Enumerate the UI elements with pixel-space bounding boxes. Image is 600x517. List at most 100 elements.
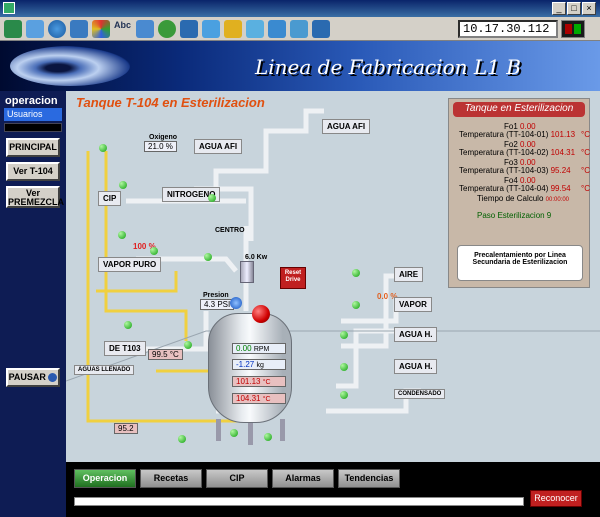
tiempo-row: Tiempo de Calculo 00:00:00 xyxy=(477,194,569,203)
window-icon[interactable] xyxy=(26,20,44,38)
ver-t104-label: Ver T-104 xyxy=(13,166,53,176)
yellow-pipe xyxy=(96,271,178,293)
tt03-value: 95.24 xyxy=(550,166,571,175)
ver-t104-button[interactable]: Ver T-104 xyxy=(6,162,60,181)
agua-h-tag-2: AGUA H. xyxy=(394,359,438,374)
status-message-1: Precalentamiento por Linea xyxy=(474,252,566,259)
info-panel-title: Tanque en Esterilizacion xyxy=(453,102,585,117)
alarm-beacon-icon xyxy=(252,305,270,323)
status-light xyxy=(204,253,212,261)
abc-icon[interactable]: Abc xyxy=(114,20,132,38)
tt03-unit: °C xyxy=(581,166,590,175)
pausar-button[interactable]: PAUSAR xyxy=(6,368,60,387)
de-t103-tag: DE T103 xyxy=(104,341,146,356)
usuarios-dropdown[interactable]: Usuarios xyxy=(4,108,62,121)
pausar-label: PAUSAR xyxy=(8,372,46,382)
maximize-button[interactable]: □ xyxy=(567,2,581,15)
tab-alarmas[interactable]: Alarmas xyxy=(272,469,334,488)
bottom-bar: Operacion Recetas CIP Alarmas Tendencias… xyxy=(66,462,600,517)
status-light xyxy=(340,363,348,371)
ip-address-field[interactable]: 10.17.30.112 xyxy=(458,20,558,38)
reset-drive-button[interactable]: Reset Drive xyxy=(280,267,306,289)
status-message-2: Secundaria de Esterilizacion xyxy=(472,259,568,266)
agua-h-tag-1: AGUA H. xyxy=(394,327,438,342)
status-light xyxy=(184,341,192,349)
pause-icon xyxy=(48,373,58,383)
premezcla-label: PREMEZCLA xyxy=(8,197,64,207)
refresh-icon[interactable] xyxy=(70,20,88,38)
app-icon xyxy=(3,2,15,14)
sidebar-section-title: operacion xyxy=(5,95,58,107)
status-light xyxy=(340,331,348,339)
status-light xyxy=(119,181,127,189)
user-field[interactable] xyxy=(4,123,62,132)
rpm-value: 0.00 RPM xyxy=(232,343,286,354)
sterilization-info-panel: Tanque en Esterilizacion Fo1 0.00 Temper… xyxy=(448,98,590,288)
export-icon[interactable] xyxy=(312,20,330,38)
agua-afi-tag-2: AGUA AFI xyxy=(322,119,371,134)
settings-icon[interactable] xyxy=(202,20,220,38)
status-light xyxy=(208,194,216,202)
tt01-label: Temperatura (TT-104-01) xyxy=(459,130,549,139)
tt01-value: 101.13 xyxy=(550,130,576,139)
tab-recetas[interactable]: Recetas xyxy=(140,469,202,488)
ver-premezcla-button[interactable]: Ver PREMEZCLA xyxy=(6,186,64,208)
network-icon[interactable] xyxy=(180,20,198,38)
globe-2-icon[interactable] xyxy=(158,20,176,38)
tt02-value: 104.31 xyxy=(550,148,576,157)
tiempo-label: Tiempo de Calculo xyxy=(477,194,544,203)
temp1-unit: °C xyxy=(262,379,271,386)
floor-line xyxy=(66,330,600,382)
oxigeno-value: 21.0 % xyxy=(144,141,177,152)
tank-leg xyxy=(280,419,285,441)
tank-leg xyxy=(248,423,253,445)
tank-leg xyxy=(216,419,221,441)
cursor-icon[interactable] xyxy=(246,20,264,38)
message-bar xyxy=(74,497,524,506)
status-light xyxy=(118,231,126,239)
kg-unit: kg xyxy=(256,362,264,369)
header-banner: Linea de Fabricacion L1 B xyxy=(0,41,600,91)
agua-afi-tag-1: AGUA AFI xyxy=(194,139,243,154)
vapor-tag: VAPOR xyxy=(394,297,432,312)
tiempo-value: 00:00:00 xyxy=(545,197,569,203)
minimize-button[interactable]: _ xyxy=(552,2,566,15)
agitator-motor xyxy=(240,261,254,283)
status-message-box: Precalentamiento por Linea Secundaria de … xyxy=(457,245,583,281)
info-row-tt01: Temperatura (TT-104-01) 101.13 °C xyxy=(459,130,590,139)
sidebar: operacion Usuarios PRINCIPAL Ver T-104 V… xyxy=(0,91,66,517)
tt04-unit: °C xyxy=(581,184,590,193)
connection-status-indicator xyxy=(561,20,585,38)
temp2-number: 104.31 xyxy=(236,394,261,403)
tt02-unit: °C xyxy=(581,148,590,157)
val-95-box: 95.2 xyxy=(114,423,138,434)
pressure-gauge-icon xyxy=(230,297,242,309)
tab-tendencias[interactable]: Tendencias xyxy=(338,469,400,488)
globe-icon[interactable] xyxy=(48,20,66,38)
status-light xyxy=(352,301,360,309)
status-light xyxy=(352,269,360,277)
status-light xyxy=(124,321,132,329)
tt02-label: Temperatura (TT-104-02) xyxy=(459,148,549,157)
temp-left-value: 99.5 °C xyxy=(148,349,183,360)
info-row-tt04: Temperatura (TT-104-04) 99.54 °C xyxy=(459,184,590,193)
status-light xyxy=(178,435,186,443)
condensado-tag: CONDENSADO xyxy=(394,389,446,399)
reconocer-button[interactable]: Reconocer xyxy=(530,490,582,507)
tab-operacion[interactable]: Operacion xyxy=(74,469,136,488)
grid-icon[interactable] xyxy=(136,20,154,38)
banner-title: Linea de Fabricacion L1 B xyxy=(255,55,521,79)
arrows-icon[interactable] xyxy=(290,20,308,38)
status-light xyxy=(340,391,348,399)
principal-button[interactable]: PRINCIPAL xyxy=(6,138,60,157)
key-icon[interactable] xyxy=(224,20,242,38)
tab-cip[interactable]: CIP xyxy=(206,469,268,488)
temp1-number: 101.13 xyxy=(236,377,261,386)
sync-icon[interactable] xyxy=(268,20,286,38)
nav-icon[interactable] xyxy=(4,20,22,38)
paso-label: Paso Esterilizacion 9 xyxy=(477,211,552,220)
cip-tag: CIP xyxy=(98,191,122,206)
windows-icon[interactable] xyxy=(92,20,110,38)
rpm-unit: RPM xyxy=(253,346,270,353)
close-button[interactable]: × xyxy=(582,2,596,15)
